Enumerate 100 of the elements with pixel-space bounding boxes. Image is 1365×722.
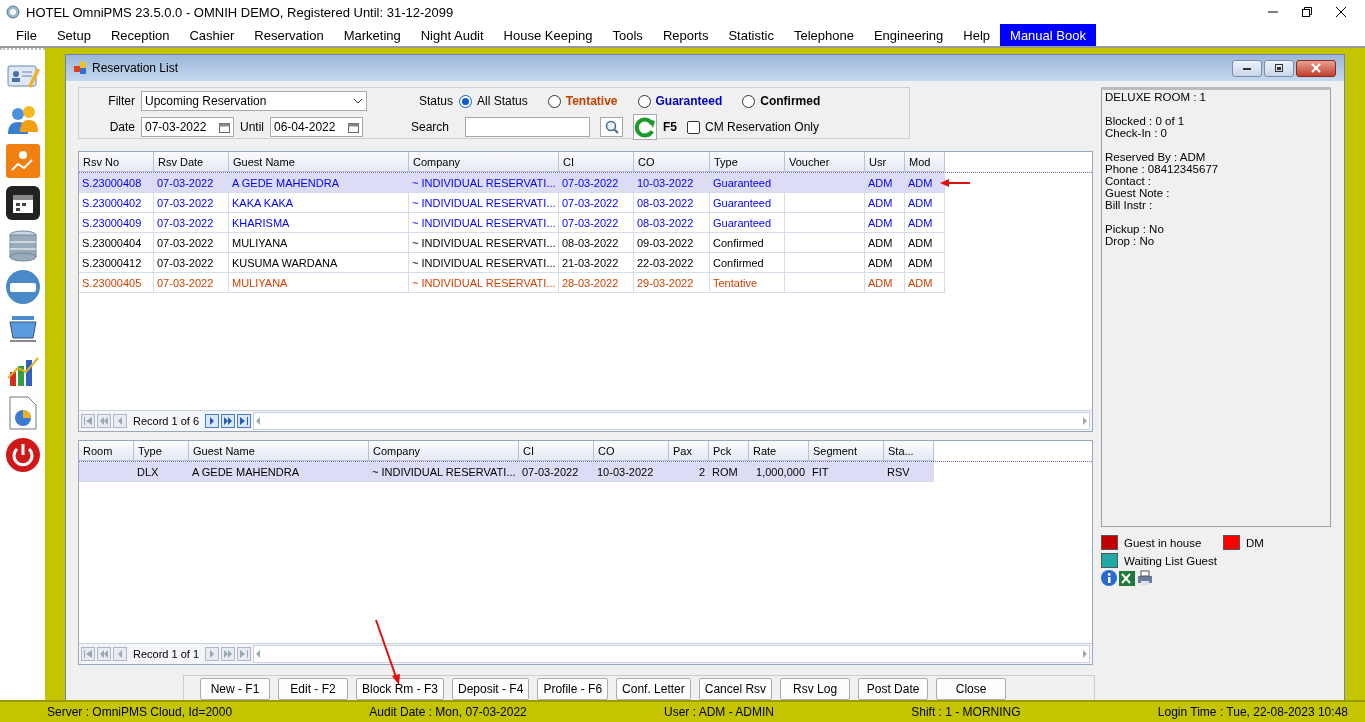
record-counter: Record 1 of 6	[133, 415, 200, 427]
power-icon[interactable]	[5, 438, 40, 472]
column-header[interactable]: CI	[559, 152, 634, 172]
menu-item[interactable]: House Keeping	[493, 24, 603, 46]
status-text: Audit Date : Mon, 07-03-2022	[369, 705, 527, 719]
first-page-button[interactable]	[81, 647, 95, 661]
column-header[interactable]: CO	[594, 441, 669, 461]
table-cell: Guaranteed	[710, 193, 785, 213]
menu-item[interactable]: File	[6, 24, 47, 46]
column-header[interactable]: CO	[634, 152, 710, 172]
menu-item[interactable]: Telephone	[783, 24, 864, 46]
table-cell: ROM	[709, 462, 749, 482]
status-text: User : ADM - ADMIN	[664, 705, 774, 719]
refresh-button[interactable]	[633, 114, 657, 140]
table-cell: ADM	[905, 273, 945, 293]
menu-item[interactable]: Marketing	[333, 24, 411, 46]
next-button[interactable]	[205, 414, 220, 428]
column-header[interactable]: Sta...	[884, 441, 934, 461]
action-button[interactable]: Profile - F6	[537, 678, 609, 700]
info-line: Reserved By : ADM	[1105, 151, 1207, 163]
scroll-left-icon[interactable]	[254, 416, 263, 426]
menu-item[interactable]: Reception	[100, 24, 180, 46]
menu-item[interactable]: Reports	[652, 24, 719, 46]
menu-item[interactable]: Manual Book	[1000, 24, 1096, 46]
action-button[interactable]: Post Date	[858, 678, 929, 700]
close-button[interactable]	[1296, 59, 1336, 77]
close-icon[interactable]	[1335, 6, 1347, 18]
last-page-button[interactable]	[237, 414, 252, 428]
column-header[interactable]: Mod	[905, 152, 945, 172]
column-header[interactable]: Usr	[865, 152, 905, 172]
table-cell: ADM	[865, 213, 905, 233]
column-header[interactable]: Segment	[809, 441, 884, 461]
scroll-left-icon[interactable]	[254, 649, 263, 659]
previous-page-button[interactable]	[97, 647, 111, 661]
date-field[interactable]: 06-04-2022	[270, 117, 363, 137]
column-header[interactable]: Company	[369, 441, 519, 461]
first-page-button[interactable]	[81, 414, 95, 428]
table-cell: ADM	[905, 253, 945, 273]
info-icon[interactable]	[1101, 570, 1117, 586]
status-radio[interactable]: Tentative	[547, 94, 618, 108]
menu-item[interactable]: Setup	[46, 24, 101, 46]
printer-icon[interactable]	[1137, 570, 1153, 586]
table-cell: ADM	[905, 193, 945, 213]
column-header[interactable]: Guest Name	[229, 152, 409, 172]
maximize-button[interactable]	[1264, 59, 1294, 77]
calendar-icon[interactable]	[5, 186, 40, 220]
menu-item[interactable]: Tools	[602, 24, 653, 46]
action-button[interactable]: Conf. Letter	[616, 678, 691, 700]
next-page-button[interactable]	[221, 414, 236, 428]
column-header[interactable]: Rsv No	[79, 152, 154, 172]
column-header[interactable]: Guest Name	[189, 441, 369, 461]
previous-button[interactable]	[113, 414, 127, 428]
minimize-button[interactable]	[1232, 59, 1262, 77]
previous-button[interactable]	[113, 647, 127, 661]
menu-item[interactable]: Statistic	[718, 24, 784, 46]
action-button[interactable]: Edit - F2	[278, 678, 348, 700]
action-button[interactable]: Close	[936, 678, 1007, 700]
column-header[interactable]: Voucher	[785, 152, 865, 172]
table-cell: FIT	[809, 462, 884, 482]
previous-page-button[interactable]	[97, 414, 111, 428]
column-header[interactable]: Pck	[709, 441, 749, 461]
action-button[interactable]: New - F1	[200, 678, 270, 700]
column-header[interactable]: Type	[134, 441, 189, 461]
action-button[interactable]: Rsv Log	[780, 678, 851, 700]
column-header[interactable]: Company	[409, 152, 559, 172]
filter-dropdown[interactable]: Upcoming Reservation	[141, 91, 367, 111]
search-button[interactable]	[600, 117, 623, 137]
status-radio[interactable]: Guaranteed	[637, 94, 723, 108]
restore-icon[interactable]	[1301, 6, 1313, 18]
table-cell: DLX	[134, 462, 189, 482]
date-field[interactable]: 07-03-2022	[141, 117, 234, 137]
scroll-right-icon[interactable]	[1081, 416, 1089, 426]
horizontal-scrollbar[interactable]	[253, 412, 1090, 430]
column-header[interactable]: Pax	[669, 441, 709, 461]
search-field[interactable]	[465, 117, 591, 137]
status-radio[interactable]: All Status	[459, 94, 528, 108]
table-cell: ~ INDIVIDUAL RESERVATI...	[409, 193, 559, 213]
column-header[interactable]: Rate	[749, 441, 809, 461]
horizontal-scrollbar[interactable]	[253, 645, 1090, 663]
table-cell: 07-03-2022	[154, 273, 229, 293]
menu-item[interactable]: Cashier	[179, 24, 245, 46]
menu-item[interactable]: Help	[953, 24, 1001, 46]
table-cell: ADM	[905, 233, 945, 253]
column-header[interactable]: Room	[79, 441, 134, 461]
column-header[interactable]: Type	[710, 152, 785, 172]
menu-item[interactable]: Reservation	[244, 24, 334, 46]
action-button[interactable]: Deposit - F4	[452, 678, 530, 700]
shortcut-label: F5	[663, 120, 677, 134]
menu-item[interactable]: Engineering	[863, 24, 954, 46]
cm-reservation-checkbox[interactable]: CM Reservation Only	[687, 120, 897, 134]
spreadsheet-icon[interactable]	[1119, 570, 1135, 586]
action-button[interactable]: Block Rm - F3	[356, 678, 444, 700]
column-header[interactable]: Rsv Date	[154, 152, 229, 172]
table-cell: ADM	[865, 273, 905, 293]
scroll-right-icon[interactable]	[1081, 649, 1089, 659]
action-button[interactable]: Cancel Rsv	[698, 678, 773, 700]
menu-item[interactable]: Night Audit	[410, 24, 494, 46]
status-radio[interactable]: Confirmed	[742, 94, 821, 108]
column-header[interactable]: CI	[519, 441, 594, 461]
info-line: Contact :	[1105, 175, 1153, 187]
